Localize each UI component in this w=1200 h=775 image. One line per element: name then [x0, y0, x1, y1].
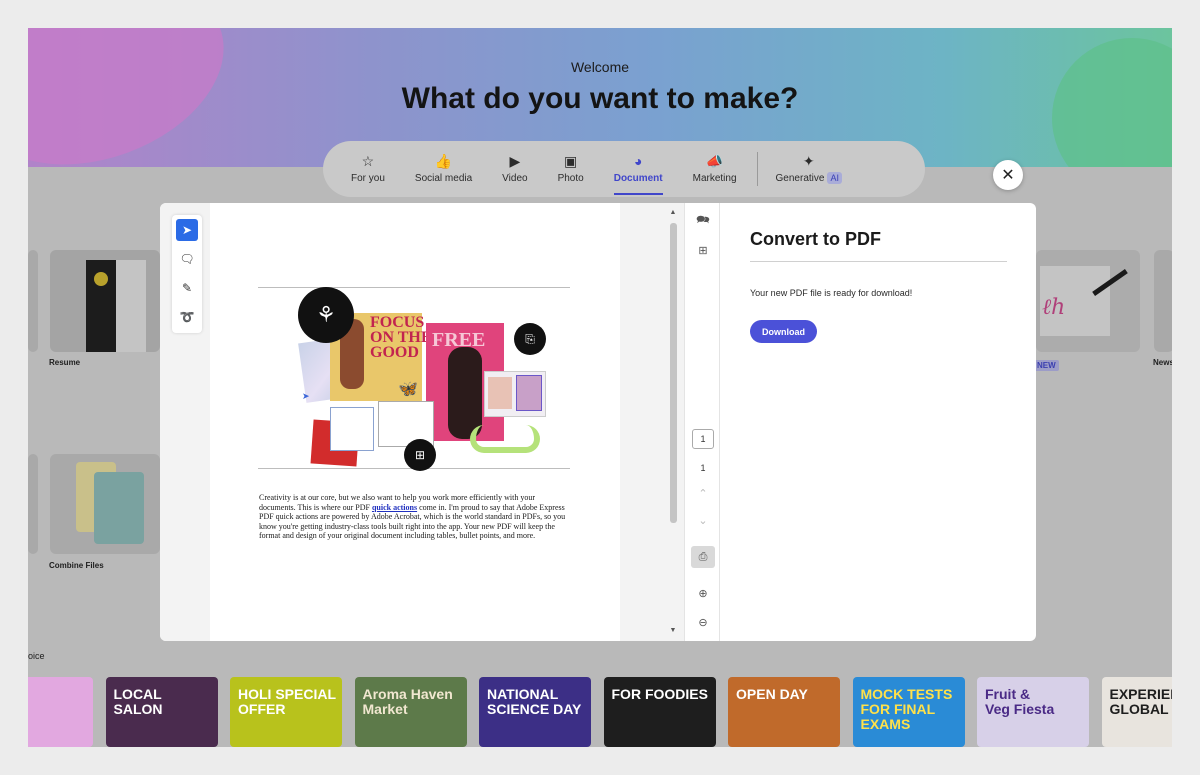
tab-label: For you: [351, 173, 385, 184]
quick-actions-link[interactable]: quick actions: [372, 503, 417, 512]
annotation-toolbar: ➤ 🗨 ✎ ➰: [172, 215, 202, 333]
signature-scribble: ℓℎ: [1042, 295, 1066, 320]
previous-page-icon[interactable]: ⌃: [691, 482, 715, 504]
thumbnail-text: OPEN DAY: [736, 686, 808, 702]
template-tile[interactable]: [1154, 250, 1172, 352]
download-button[interactable]: Download: [750, 320, 817, 343]
template-thumbnail[interactable]: OPEN DAY: [728, 677, 840, 747]
new-badge: NEW: [1034, 360, 1059, 371]
scroll-down-arrow-icon[interactable]: ▼: [668, 627, 678, 634]
template-thumbnail[interactable]: LOCAL SALON: [105, 677, 218, 747]
document-body-text: Creativity is at our core, but we also w…: [259, 493, 566, 541]
page-number-input[interactable]: 1: [692, 429, 714, 449]
thumbnail-text: NATIONAL SCIENCE DAY: [487, 686, 582, 717]
combine-files-label: Combine Files: [49, 561, 104, 570]
star-icon: ☆: [361, 153, 375, 169]
tab-label: Video: [502, 173, 528, 184]
thumbnails-grid-icon[interactable]: ⊞: [691, 239, 715, 261]
thumbnail-text: FOR FOODIES: [611, 686, 708, 702]
tab-generative[interactable]: ✦ Generative AI: [776, 147, 842, 191]
comment-icon[interactable]: 🗨: [176, 248, 198, 270]
app-frame: Welcome What do you want to make? ☆ For y…: [28, 28, 1172, 747]
thumbnail-text: Aroma Haven Market: [362, 686, 453, 717]
convert-file-icon: ⎘: [514, 323, 546, 355]
thumbnail-text: Fruit & Veg Fiesta: [985, 686, 1055, 717]
cursor-icon: ➤: [302, 391, 310, 401]
resume-tile[interactable]: [50, 250, 160, 352]
acrobat-logo-icon: ⚘: [298, 287, 354, 343]
tab-document[interactable]: ◕ Document: [613, 147, 663, 195]
template-thumbnail[interactable]: MOCK TESTS FOR FINAL EXAMS: [852, 677, 965, 747]
category-divider: [756, 152, 758, 186]
page-total: 1: [700, 463, 706, 473]
template-thumbnail[interactable]: Aroma Haven Market: [354, 677, 467, 747]
ready-message: Your new PDF file is ready for download!: [750, 288, 913, 298]
tab-video[interactable]: ▶ Video: [502, 147, 527, 191]
tab-for-you[interactable]: ☆ For you: [351, 147, 385, 191]
panel-divider: [750, 261, 1007, 262]
tab-label: Photo: [557, 173, 584, 184]
template-tile[interactable]: [28, 250, 38, 352]
lasso-icon[interactable]: ➰: [176, 306, 198, 328]
panel-title: Convert to PDF: [750, 229, 882, 249]
megaphone-icon: 📣: [705, 153, 724, 169]
template-thumbnail[interactable]: Fruit & Veg Fiesta: [977, 677, 1089, 747]
thumbnail-text: HOLI SPECIAL OFFER: [238, 686, 337, 717]
template-tile[interactable]: [28, 454, 38, 554]
thumbnail-text: EXPERIENCE GLOBAL FLAV: [1109, 686, 1173, 717]
page-divider: [258, 287, 570, 288]
convert-panel: Convert to PDF Your new PDF file is read…: [750, 203, 1036, 641]
tab-label: Marketing: [692, 173, 737, 184]
scrollbar-thumb[interactable]: [670, 223, 677, 523]
viewer-side-toolbar: 🗪 ⊞ 1 1 ⌃ ⌄ ⎙ ⊕ ⊖: [684, 203, 720, 641]
section-label: oice: [28, 651, 45, 661]
scroll-up-arrow-icon[interactable]: ▲: [668, 209, 678, 216]
convert-to-pdf-dialog: ➤ 🗨 ✎ ➰ FOCUS ON THE GOOD FREE 🦋 ⚘ ⎘ ⊞ ➤…: [160, 203, 1036, 641]
welcome-text: Welcome: [570, 59, 630, 75]
tab-label: Social media: [414, 173, 473, 184]
document-icon: ◕: [633, 153, 643, 169]
cursor-icon[interactable]: ➤: [176, 219, 198, 241]
sparkle-icon: ✦: [802, 153, 815, 169]
close-icon[interactable]: ✕: [993, 160, 1023, 190]
focus-on-the-good-text: FOCUS ON THE GOOD: [370, 314, 432, 361]
template-thumbnail-row: Mega Holi LOCAL SALON HOLI SPECIAL OFFER Ar…: [28, 677, 1172, 747]
comments-icon[interactable]: 🗪: [691, 209, 715, 231]
zoom-out-icon[interactable]: ⊖: [691, 611, 715, 633]
ai-badge: AI: [827, 172, 842, 184]
vertical-scrollbar[interactable]: ▲ ▼: [668, 209, 678, 637]
tab-marketing[interactable]: 📣 Marketing: [693, 147, 737, 191]
tab-photo[interactable]: ▣ Photo: [558, 147, 584, 191]
document-collage-image: FOCUS ON THE GOOD FREE 🦋 ⚘ ⎘ ⊞ ➤: [298, 287, 560, 471]
image-icon: ▣: [564, 153, 578, 169]
next-page-icon[interactable]: ⌄: [691, 509, 715, 531]
pdf-viewer: ➤ 🗨 ✎ ➰ FOCUS ON THE GOOD FREE 🦋 ⚘ ⎘ ⊞ ➤…: [160, 203, 720, 641]
resume-label: Resume: [49, 358, 81, 367]
template-thumbnail[interactable]: NATIONAL SCIENCE DAY: [479, 677, 591, 747]
template-thumbnail[interactable]: HOLI SPECIAL OFFER: [230, 677, 342, 747]
signature-tile[interactable]: ℓℎ: [1036, 250, 1140, 352]
category-bar: ☆ For you 👍 Social media ▶ Video ▣ Photo ◕ Docume…: [323, 141, 925, 197]
template-thumbnail[interactable]: FOR FOODIES: [603, 677, 716, 747]
pdf-page: FOCUS ON THE GOOD FREE 🦋 ⚘ ⎘ ⊞ ➤ Creativ…: [210, 203, 620, 641]
template-thumbnail[interactable]: EXPERIENCE GLOBAL FLAV: [1101, 677, 1173, 747]
thumbnail-text: LOCAL SALON: [113, 686, 163, 717]
organize-pages-icon: ⊞: [404, 439, 436, 471]
zoom-in-icon[interactable]: ⊕: [691, 582, 715, 604]
tab-label: Generative AI: [776, 172, 842, 184]
combine-files-tile[interactable]: [50, 454, 160, 554]
pen-icon[interactable]: ✎: [176, 277, 198, 299]
page-fit-icon[interactable]: ⎙: [691, 546, 715, 568]
tab-label: Document: [613, 173, 663, 184]
butterfly-icon: 🦋: [398, 381, 418, 398]
play-icon: ▶: [509, 153, 521, 169]
tab-social-media[interactable]: 👍 Social media: [415, 147, 472, 191]
news-label: News: [1153, 358, 1172, 367]
thumbnail-text: MOCK TESTS FOR FINAL EXAMS: [860, 686, 953, 732]
page-title: What do you want to make?: [401, 82, 799, 115]
thumbs-up-icon: 👍: [434, 153, 453, 169]
template-thumbnail[interactable]: Mega Holi: [28, 677, 93, 747]
